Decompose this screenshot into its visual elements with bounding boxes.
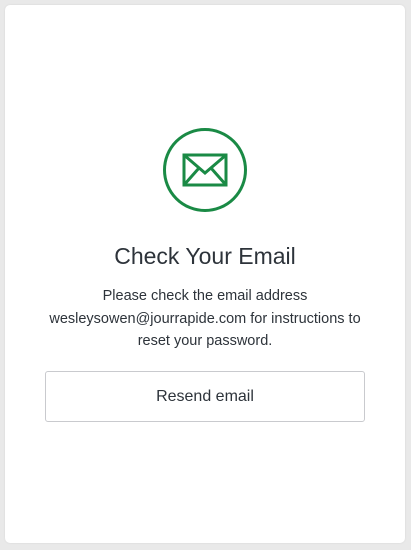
envelope-icon-glyph bbox=[182, 153, 228, 187]
page-title: Check Your Email bbox=[114, 243, 296, 269]
envelope-icon bbox=[163, 128, 247, 212]
instructions-text: Please check the email address wesleysow… bbox=[35, 285, 375, 353]
instructions-line-2: wesleysowen@jourrapide.com for instructi… bbox=[49, 310, 361, 327]
instructions-line-3: reset your password. bbox=[137, 333, 273, 349]
instructions-line-1: Please check the email address bbox=[102, 288, 308, 304]
check-email-card: Check Your Email Please check the email … bbox=[5, 5, 405, 543]
resend-email-button[interactable]: Resend email bbox=[45, 371, 365, 422]
